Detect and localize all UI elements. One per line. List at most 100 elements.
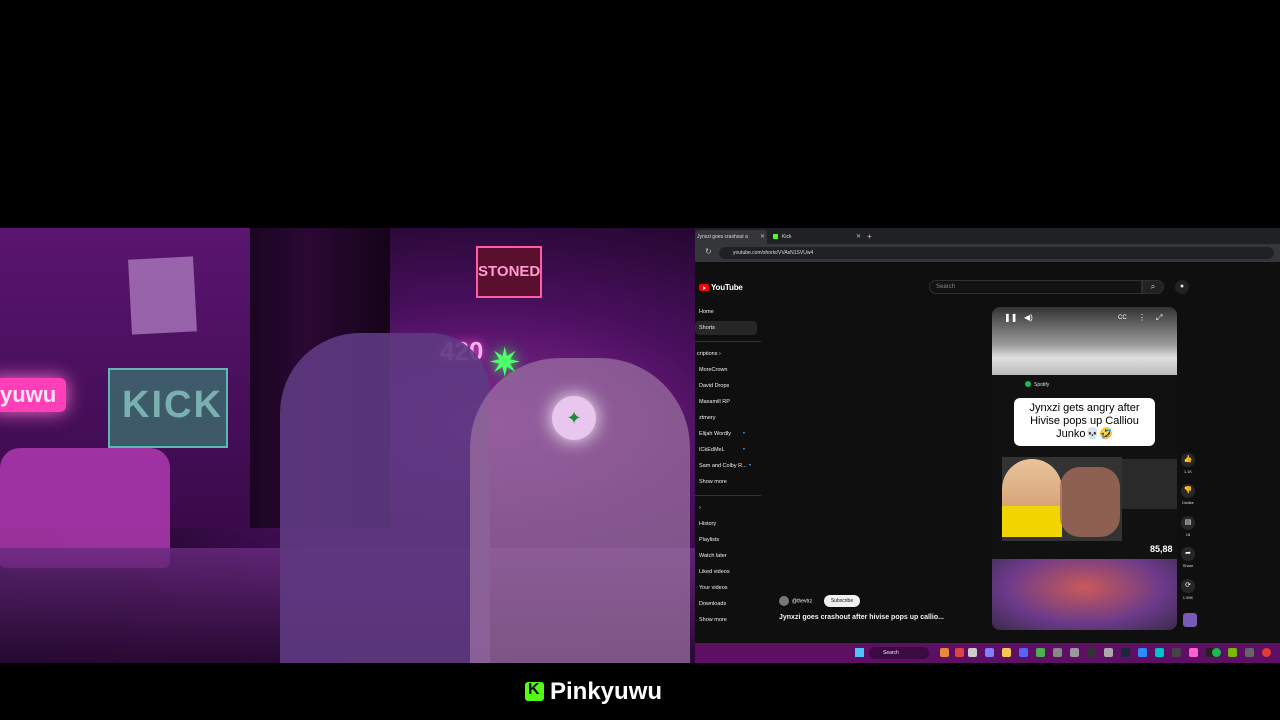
more-options-icon[interactable]: ⋮	[1138, 313, 1146, 322]
nvidia-icon[interactable]	[1228, 648, 1237, 657]
taskbar-search[interactable]: Search	[869, 647, 929, 659]
sidebar-item-history[interactable]: History	[695, 517, 757, 531]
spotify-icon[interactable]	[1212, 648, 1221, 657]
tab-strip: Jynxzi goes crashout a ✕ Kick ✕ +	[695, 228, 1280, 244]
kick-neon-sign: KICK	[108, 368, 228, 448]
app-icon[interactable]	[1155, 648, 1164, 657]
remix-button[interactable]: ⟳ 1.55K	[1180, 579, 1196, 600]
comment-icon: ▤	[1181, 516, 1195, 530]
sidebar-item-your-videos[interactable]: Your videos	[695, 581, 757, 595]
sidebar-item-subscription[interactable]: ztmery	[695, 411, 757, 425]
captions-icon[interactable]: CC	[1118, 315, 1127, 321]
wall-poster	[128, 256, 197, 335]
sidebar-item-watch-later[interactable]: Watch later	[695, 549, 757, 563]
browser-window: Jynxzi goes crashout a ✕ Kick ✕ + ↻ yout…	[695, 228, 1280, 643]
fullscreen-icon[interactable]: ⤢	[1156, 313, 1162, 323]
app-icon[interactable]	[1172, 648, 1181, 657]
app-icon[interactable]	[940, 648, 949, 657]
url-input[interactable]: youtube.com/shorts/VVAsN1SVUw4	[719, 247, 1274, 259]
youtube-play-icon	[699, 284, 709, 291]
sidebar-item-subscription[interactable]: MoreCrown	[695, 363, 757, 377]
new-tab-button[interactable]: +	[867, 230, 872, 244]
subscribe-button[interactable]: Subscribe	[824, 595, 860, 607]
app-icon[interactable]	[1104, 648, 1113, 657]
sidebar-divider	[695, 495, 761, 496]
app-icon[interactable]	[968, 648, 977, 657]
windows-start-icon[interactable]	[855, 648, 864, 657]
live-dot-icon: •	[742, 431, 745, 437]
stoned-sign: STONED	[476, 246, 542, 298]
remix-icon: ⟳	[1181, 579, 1195, 593]
discord-icon[interactable]	[1019, 648, 1028, 657]
video-bottom-blur	[992, 559, 1177, 630]
tab-kick[interactable]: Kick ✕	[771, 230, 863, 244]
youtube-logo[interactable]: YouTube	[699, 283, 743, 293]
live-dot-icon: •	[742, 447, 745, 453]
sidebar-item-subscription[interactable]: Elijah Wordly •	[695, 427, 757, 441]
sound-avatar[interactable]	[1183, 613, 1197, 627]
tab-title: Jynxzi goes crashout a	[697, 234, 748, 240]
search-icon[interactable]: ⌕	[1142, 280, 1164, 294]
headphone-logo-icon: ✦	[552, 396, 596, 440]
app-icon[interactable]	[955, 648, 964, 657]
dislike-label: Dislike	[1182, 500, 1194, 505]
streamer-face-image	[1060, 467, 1120, 537]
app-icon[interactable]	[1053, 648, 1062, 657]
windows-taskbar: Search	[695, 643, 1280, 663]
close-tab-icon[interactable]: ✕	[856, 230, 861, 244]
comment-button[interactable]: ▤ 18	[1180, 516, 1196, 537]
remix-count: 1.55K	[1182, 595, 1194, 600]
sidebar-subscriptions-header[interactable]: criptions ›	[695, 347, 755, 361]
like-icon: 👍	[1181, 453, 1195, 467]
sidebar-item-shorts[interactable]: Shorts	[695, 321, 757, 335]
channel-avatar	[779, 596, 789, 606]
webcam-feed: KICK yuwu STONED 420 ✷ ✦	[0, 228, 695, 663]
sidebar-item-subscription[interactable]: ICkEdMeL •	[695, 443, 757, 457]
spotify-icon	[1025, 381, 1031, 387]
sidebar-item-home[interactable]: Home	[695, 305, 757, 319]
app-icon[interactable]	[985, 648, 994, 657]
app-icon[interactable]	[1262, 648, 1271, 657]
close-tab-icon[interactable]: ✕	[760, 230, 765, 244]
view-counter: 85,88	[1150, 544, 1173, 554]
streamer-name: Pinkyuwu	[550, 678, 663, 705]
like-count: 1.1K	[1183, 469, 1193, 474]
sidebar-item-subscription[interactable]: Maxamill RP	[695, 395, 757, 409]
app-icon[interactable]	[1189, 648, 1198, 657]
sidebar-item-subscription[interactable]: Sam and Colby R... •	[695, 459, 757, 473]
app-icon[interactable]	[1245, 648, 1254, 657]
video-top-blur	[992, 307, 1177, 375]
person-blanket	[280, 333, 490, 663]
short-video-player[interactable]: ❚❚ ◀) CC ⋮ ⤢ Spotify Jynxzi gets angry a…	[992, 307, 1177, 630]
dislike-button[interactable]: 👎 Dislike	[1180, 484, 1196, 505]
short-title[interactable]: Jynxzi goes crashout after hivise pops u…	[779, 614, 944, 621]
live-dot-icon: •	[748, 463, 751, 469]
name-neon-sign: yuwu	[0, 378, 67, 412]
comment-count: 18	[1185, 532, 1191, 537]
sidebar-item-subscription[interactable]: David Drops	[695, 379, 757, 393]
steam-icon[interactable]	[1121, 648, 1130, 657]
share-button[interactable]: ➦ Share	[1180, 547, 1196, 568]
app-icon[interactable]	[1138, 648, 1147, 657]
channel-name[interactable]: @thevtrz	[779, 596, 812, 606]
chrome-icon[interactable]	[1036, 648, 1045, 657]
pause-icon[interactable]: ❚❚	[1004, 313, 1017, 322]
spotify-badge: Spotify	[1025, 381, 1049, 388]
volume-icon[interactable]: ◀)	[1024, 313, 1033, 322]
kick-logo-icon: K	[525, 681, 544, 701]
reload-icon[interactable]: ↻	[705, 247, 712, 256]
sidebar-you-header[interactable]: ›	[695, 501, 757, 515]
app-icon[interactable]	[1087, 648, 1096, 657]
sidebar-item-playlists[interactable]: Playlists	[695, 533, 757, 547]
folder-icon[interactable]	[1002, 648, 1011, 657]
sidebar-item-liked-videos[interactable]: Liked videos	[695, 565, 757, 579]
sidebar-item-downloads[interactable]: Downloads	[695, 597, 757, 611]
app-icon[interactable]	[1070, 648, 1079, 657]
like-button[interactable]: 👍 1.1K	[1180, 453, 1196, 474]
search-input[interactable]: Search	[929, 280, 1142, 294]
sidebar-show-more[interactable]: Show more	[695, 613, 757, 627]
microphone-icon[interactable]: ●	[1175, 280, 1189, 294]
tab-youtube-short[interactable]: Jynxzi goes crashout a ✕	[695, 230, 767, 244]
sidebar-show-more[interactable]: Show more	[695, 475, 757, 489]
share-icon: ➦	[1181, 547, 1195, 561]
